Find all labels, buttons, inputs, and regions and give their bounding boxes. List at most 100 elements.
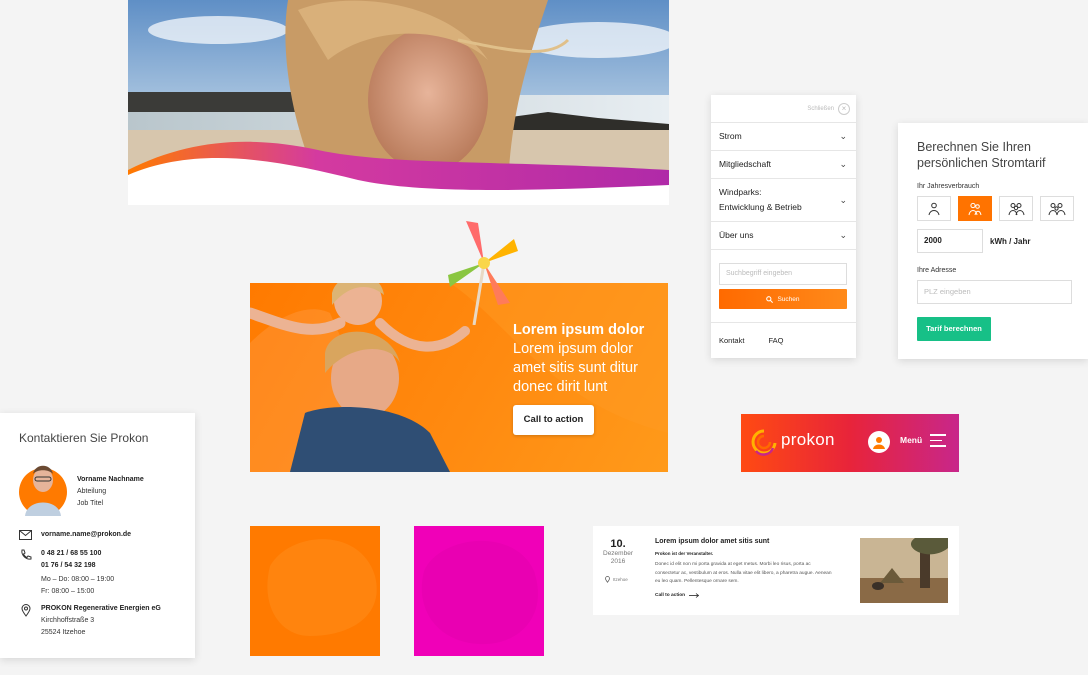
event-photo [860, 538, 948, 603]
contact-phone-row: 0 48 21 / 68 55 100 01 76 / 54 32 198 Mo… [19, 548, 195, 598]
link-faq[interactable]: FAQ [768, 336, 783, 345]
contact-person-info: Vorname Nachname Abteilung Job Titel [77, 460, 144, 514]
household-size-selector [917, 196, 1088, 221]
menu-footer: Kontakt FAQ [711, 322, 856, 358]
contact-hours2: Fr: 08:00 – 15:00 [41, 588, 95, 595]
banner-headline-bold: Lorem ipsum dolor [513, 322, 645, 338]
search-icon [766, 295, 774, 303]
hero-photo [128, 0, 669, 205]
event-cta-label: Call to action [655, 592, 686, 598]
menu-item-windparks[interactable]: Windparks: Entwicklung & Betrieb ⌄ [711, 178, 856, 221]
menu-item-label: Windparks: Entwicklung & Betrieb [719, 185, 802, 215]
four-persons-button[interactable] [1040, 196, 1074, 221]
pinwheel-icon [448, 221, 518, 325]
kwh-unit: kWh / Jahr [990, 236, 1031, 246]
location-pin-icon [19, 603, 32, 639]
two-persons-button[interactable] [958, 196, 992, 221]
banner-headline: Lorem ipsum dolor Lorem ipsum dolor amet… [513, 321, 663, 397]
prokon-logo-icon[interactable] [751, 428, 777, 456]
event-image [860, 538, 948, 603]
four-persons-icon [1048, 202, 1066, 215]
contact-hours1: Mo – Do: 08:00 – 19:00 [41, 576, 115, 583]
event-date: 10. Dezember 2016 [601, 538, 635, 566]
search-button-label: Suchen [777, 295, 800, 303]
contact-title: Kontaktieren Sie Prokon [19, 431, 149, 445]
contact-company: PROKON Regenerative Energien eG [41, 605, 161, 612]
phone-icon [19, 548, 32, 598]
close-icon[interactable]: × [838, 102, 850, 115]
magenta-tile-shape [421, 540, 538, 645]
contact-email[interactable]: vorname.name@prokon.de [41, 529, 131, 541]
chevron-down-icon: ⌄ [839, 131, 847, 141]
contact-address-block: PROKON Regenerative Energien eG Kirchhof… [41, 603, 161, 639]
menu-item-ueber-uns[interactable]: Über uns ⌄ [711, 221, 856, 249]
event-body: Donec id elit non mi porta gravida at eg… [655, 562, 832, 584]
contact-card: Kontaktieren Sie Prokon Vorname Nachname… [0, 413, 195, 658]
three-persons-button[interactable] [999, 196, 1033, 221]
contact-name: Vorname Nachname [77, 476, 144, 483]
menu-item-label-line1: Windparks: [719, 187, 762, 197]
banner-headline-text: Lorem ipsum dolor amet sitis sunt ditur … [513, 341, 638, 395]
chevron-down-icon: ⌄ [839, 230, 847, 240]
prokon-logo-text[interactable]: prokon [781, 430, 835, 450]
contact-phone-block: 0 48 21 / 68 55 100 01 76 / 54 32 198 Mo… [41, 548, 114, 598]
contact-job: Job Titel [77, 500, 104, 507]
menu-item-strom[interactable]: Strom ⌄ [711, 122, 856, 150]
promo-banner: Lorem ipsum dolor Lorem ipsum dolor amet… [250, 221, 668, 472]
kwh-input[interactable]: 2000 [917, 229, 983, 253]
contact-address-row: PROKON Regenerative Energien eG Kirchhof… [19, 603, 195, 639]
consumption-label: Ihr Jahresverbrauch [917, 183, 980, 190]
menu-item-label: Mitgliedschaft [719, 159, 771, 169]
menu-item-label-line2: Entwicklung & Betrieb [719, 202, 802, 212]
chevron-down-icon: ⌄ [839, 159, 847, 169]
contact-phone1[interactable]: 0 48 21 / 68 55 100 [41, 548, 114, 560]
event-day: 10. [610, 538, 626, 550]
plz-input[interactable]: PLZ eingeben [917, 280, 1072, 304]
orange-tile-shape [267, 539, 377, 636]
event-month: Dezember [603, 550, 633, 557]
event-title: Lorem ipsum dolor amet sitis sunt [655, 538, 770, 545]
site-header: prokon Menü [741, 414, 959, 472]
calculate-tariff-button[interactable]: Tarif berechnen [917, 317, 991, 341]
menu-search: Suchbegriff eingeben Suchen [711, 249, 856, 322]
event-location: Itzehoe [605, 576, 628, 583]
tariff-title: Berechnen Sie Ihren persönlichen Stromta… [917, 140, 1046, 170]
one-person-button[interactable] [917, 196, 951, 221]
mobile-menu: Schließen × Strom ⌄ Mitgliedschaft ⌄ Win… [711, 95, 856, 358]
event-content: Lorem ipsum dolor amet sitis sunt Prokon… [655, 538, 835, 598]
user-icon[interactable] [868, 431, 890, 453]
tariff-calculator: Berechnen Sie Ihren persönlichen Stromta… [898, 123, 1088, 359]
event-year: 2016 [610, 558, 626, 565]
menu-label[interactable]: Menü [900, 435, 922, 445]
three-persons-icon [1008, 202, 1024, 215]
link-kontakt[interactable]: Kontakt [719, 336, 744, 345]
orange-color-tile [250, 526, 380, 656]
event-cta-link[interactable]: Call to action [655, 593, 835, 598]
menu-item-mitgliedschaft[interactable]: Mitgliedschaft ⌄ [711, 150, 856, 178]
mail-icon [19, 529, 32, 541]
contact-photo [19, 465, 67, 516]
user-silhouette-icon [873, 437, 885, 449]
two-persons-icon [968, 202, 982, 215]
menu-item-label: Strom [719, 131, 742, 141]
magenta-color-tile [414, 526, 544, 656]
contact-department: Abteilung [77, 488, 107, 495]
chevron-down-icon: ⌄ [839, 194, 847, 205]
avatar [19, 460, 67, 516]
search-button[interactable]: Suchen [719, 289, 847, 309]
contact-city: 25524 Itzehoe [41, 629, 86, 636]
one-person-icon [928, 202, 940, 215]
event-teaser: 10. Dezember 2016 Itzehoe Lorem ipsum do… [593, 526, 959, 615]
arrow-right-icon [689, 592, 700, 598]
close-label[interactable]: Schließen [807, 106, 834, 112]
menu-close-row[interactable]: Schließen × [711, 95, 856, 122]
event-location-label: Itzehoe [613, 577, 628, 582]
location-pin-icon [605, 576, 610, 583]
consumption-row: 2000 kWh / Jahr [917, 229, 1088, 253]
contact-phone2[interactable]: 01 76 / 54 32 198 [41, 560, 114, 572]
search-input[interactable]: Suchbegriff eingeben [719, 263, 847, 285]
hamburger-icon[interactable] [930, 434, 946, 451]
hero-image [128, 0, 669, 205]
call-to-action-button[interactable]: Call to action [513, 405, 594, 435]
menu-item-label: Über uns [719, 230, 754, 240]
